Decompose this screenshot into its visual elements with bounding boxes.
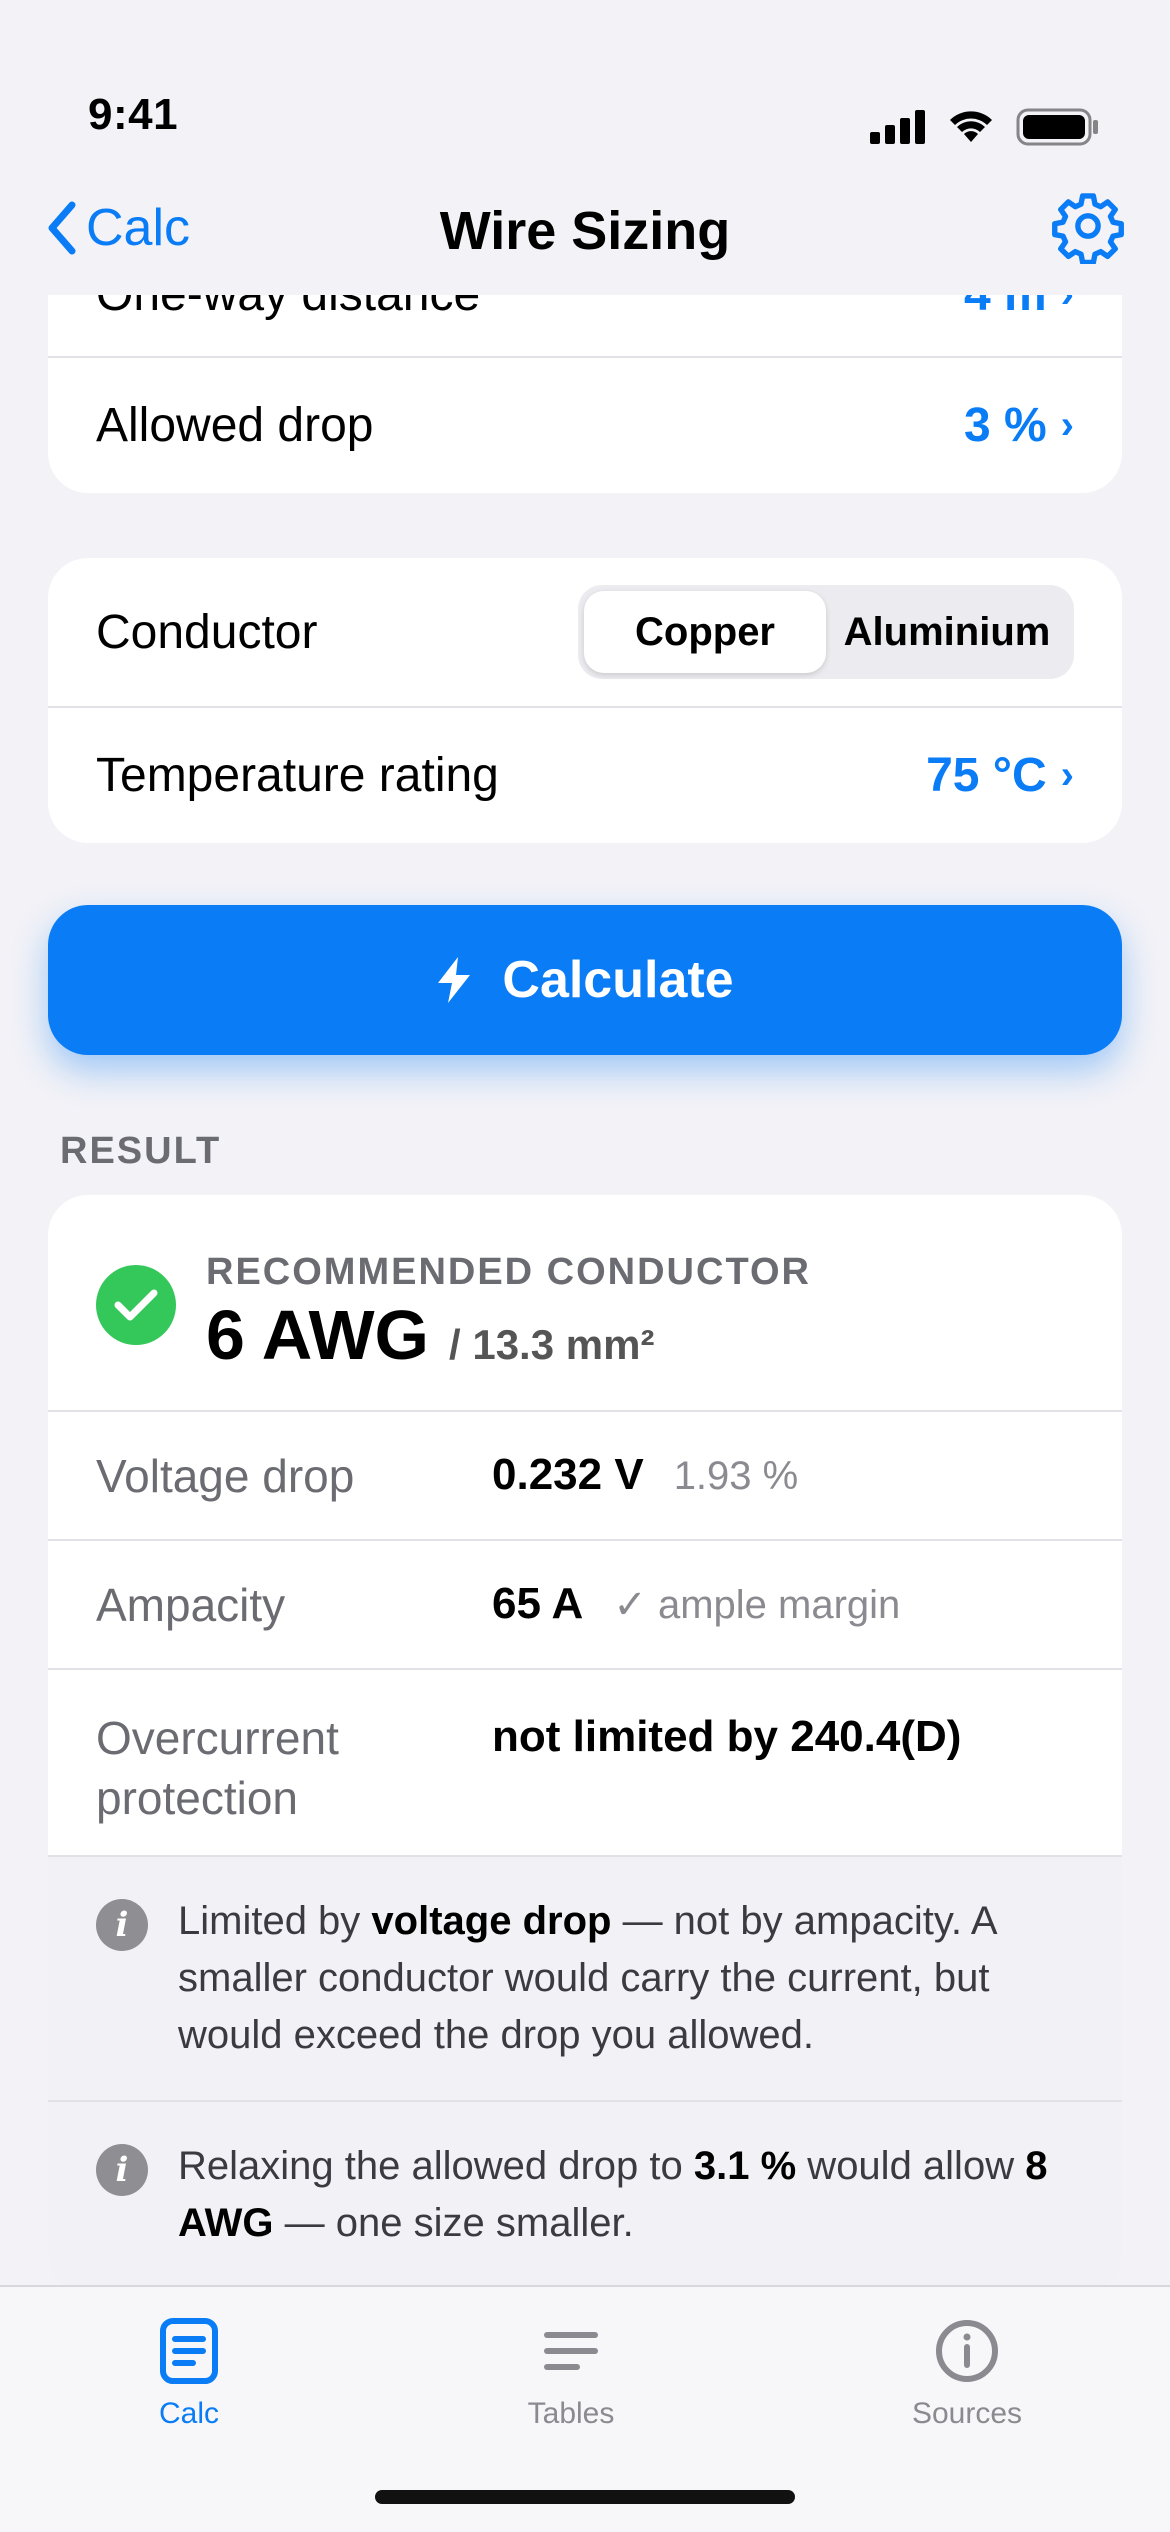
settings-button[interactable] (1050, 188, 1126, 266)
voltage-drop-percent: 1.93 % (673, 1454, 799, 1498)
chevron-right-icon: › (1060, 753, 1074, 797)
conductor-row: Conductor Copper Aluminium (48, 558, 1122, 706)
home-indicator (375, 2490, 795, 2504)
result-card: RECOMMENDED CONDUCTOR 6 AWG / 13.3 mm² V… (48, 1195, 1122, 2285)
cellular-signal-icon (870, 110, 925, 144)
voltage-drop-value: 0.232 V 1.93 % (492, 1450, 799, 1499)
distance-value: 4 m › (964, 295, 1074, 322)
recommended-label: RECOMMENDED CONDUCTOR (206, 1251, 811, 1293)
calculate-button[interactable]: Calculate (48, 905, 1122, 1055)
ampacity-row: Ampacity 65 A ✓ ample margin (48, 1541, 1122, 1668)
status-icons (870, 104, 1100, 150)
info-text-voltage-drop: Limited by voltage drop — not by ampacit… (178, 1899, 996, 2057)
segment-aluminium[interactable]: Aluminium (826, 591, 1068, 673)
navigation-bar: Calc Wire Sizing (0, 170, 1170, 295)
overcurrent-row: Overcurrent protection not limited by 24… (48, 1670, 1122, 1855)
tab-tables[interactable]: Tables (471, 2317, 671, 2431)
page-title: Wire Sizing (439, 201, 731, 261)
overcurrent-label: Overcurrent protection (96, 1712, 339, 1824)
overcurrent-value: not limited by 240.4(D) (492, 1712, 962, 1761)
recommendation-header: RECOMMENDED CONDUCTOR 6 AWG / 13.3 mm² (48, 1195, 1122, 1410)
allowed-drop-value: 3 % › (963, 399, 1074, 452)
result-section-header: RESULT (60, 1130, 222, 1172)
recommended-size: 6 AWG / 13.3 mm² (206, 1295, 654, 1375)
ampacity-value: 65 A ✓ ample margin (492, 1579, 901, 1628)
document-icon (160, 2318, 218, 2384)
ampacity-label: Ampacity (96, 1579, 286, 1631)
distance-drop-card: One-way distance 4 m › Allowed drop 3 % … (48, 295, 1122, 493)
tab-sources[interactable]: Sources (867, 2317, 1067, 2431)
status-bar: 9:41 (0, 0, 1170, 170)
main-scroll[interactable]: One-way distance 4 m › Allowed drop 3 % … (0, 295, 1170, 2285)
conductor-card: Conductor Copper Aluminium Temperature r… (48, 558, 1122, 843)
recommended-metric: / 13.3 mm² (449, 1321, 655, 1368)
ampacity-margin-note: ✓ ample margin (613, 1583, 901, 1627)
temperature-label: Temperature rating (96, 749, 499, 802)
info-note-relax-drop: i Relaxing the allowed drop to 3.1 % wou… (48, 2102, 1122, 2285)
info-circle-icon (936, 2320, 998, 2382)
tab-calc[interactable]: Calc (89, 2317, 289, 2431)
bolt-icon (438, 957, 471, 1003)
temperature-value: 75 °C › (926, 749, 1074, 802)
distance-row[interactable]: One-way distance 4 m › (48, 295, 1122, 356)
checkmark-icon (96, 1265, 176, 1345)
info-icon: i (96, 1899, 148, 1951)
status-time: 9:41 (88, 90, 179, 139)
info-icon: i (96, 2144, 148, 2196)
tab-calc-label: Calc (158, 2397, 219, 2430)
list-icon (544, 2332, 598, 2370)
chevron-right-icon: › (1061, 295, 1074, 317)
info-text-relax-drop: Relaxing the allowed drop to 3.1 % would… (178, 2144, 1048, 2245)
gear-icon (1052, 193, 1124, 266)
conductor-label: Conductor (96, 605, 318, 659)
chevron-right-icon: › (1060, 403, 1074, 447)
distance-label: One-way distance (96, 295, 480, 322)
allowed-drop-label: Allowed drop (96, 399, 374, 452)
battery-icon (1016, 108, 1098, 146)
tab-tables-label: Tables (527, 2397, 615, 2430)
recommended-awg: 6 AWG (206, 1296, 429, 1374)
info-note-voltage-drop: i Limited by voltage drop — not by ampac… (48, 1857, 1122, 2100)
conductor-segmented-control: Copper Aluminium (578, 585, 1074, 679)
voltage-drop-row: Voltage drop 0.232 V 1.93 % (48, 1412, 1122, 1539)
temperature-row[interactable]: Temperature rating 75 °C › (48, 708, 1122, 843)
voltage-drop-label: Voltage drop (96, 1450, 355, 1502)
allowed-drop-row[interactable]: Allowed drop 3 % › (48, 358, 1122, 493)
calculate-label: Calculate (502, 951, 734, 1009)
segment-copper[interactable]: Copper (584, 591, 826, 673)
wifi-icon (950, 111, 992, 142)
tab-sources-label: Sources (911, 2397, 1023, 2430)
